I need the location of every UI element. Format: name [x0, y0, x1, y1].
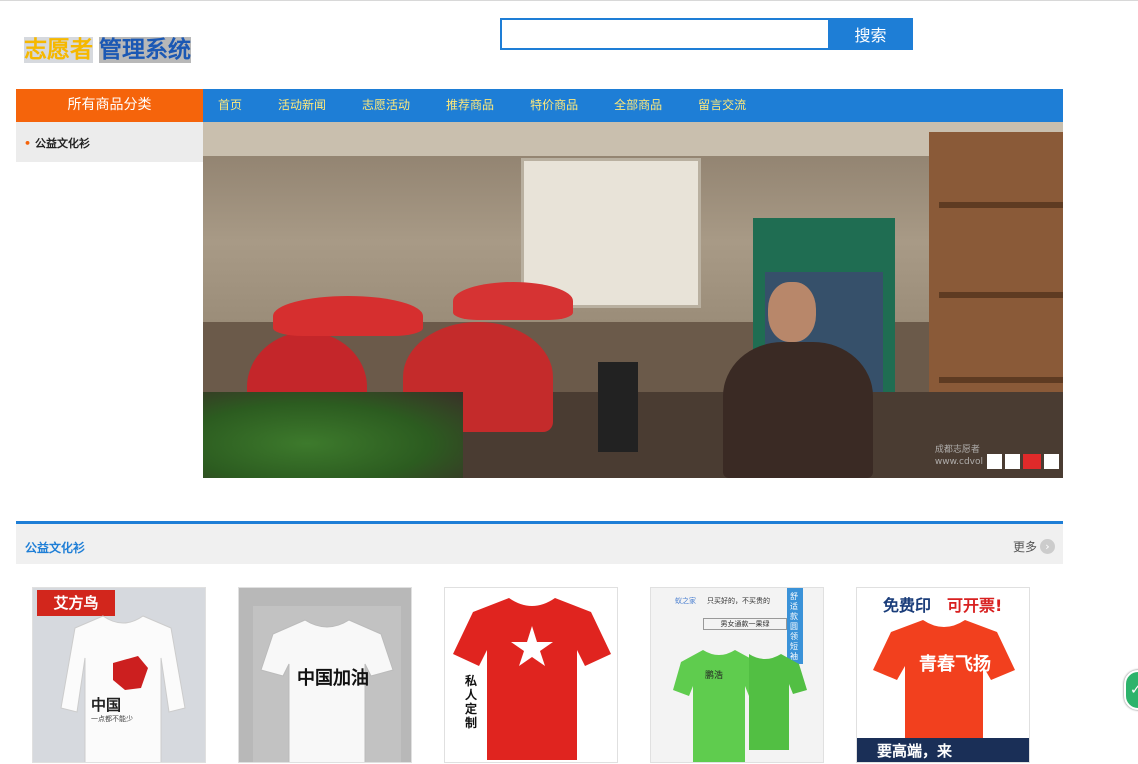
- floating-side-button[interactable]: ✓: [1124, 670, 1138, 710]
- chevron-right-icon: ›: [1040, 539, 1055, 554]
- product-bottom-text: 要高端，来: [877, 742, 953, 760]
- product-print-text: 中国加油: [297, 668, 369, 689]
- site-logo[interactable]: 志愿者 管理系统: [24, 30, 191, 63]
- slide-dot-2[interactable]: [1005, 454, 1020, 469]
- category-list: • 公益文化衫: [16, 122, 203, 162]
- main-navbar: 所有商品分类 首页 活动新闻 志愿活动 推荐商品 特价商品 全部商品 留言交流: [16, 89, 1063, 122]
- search-button[interactable]: 搜索: [828, 18, 913, 50]
- nav-item-messages[interactable]: 留言交流: [698, 89, 746, 122]
- hero-banner-slideshow[interactable]: 成都志愿者 www.cdvol: [203, 122, 1063, 478]
- product-print-text: 鹏浩: [705, 671, 724, 681]
- mouse-cursor-icon: [150, 192, 170, 212]
- slide-indicators: [987, 454, 1059, 469]
- nav-item-news[interactable]: 活动新闻: [278, 89, 326, 122]
- slide-dot-3[interactable]: [1023, 454, 1041, 469]
- product-card[interactable]: 免费印 可开票! 青春飞扬 要高端，来: [856, 587, 1030, 763]
- search-input[interactable]: [500, 18, 830, 50]
- category-item-label: 公益文化衫: [35, 137, 91, 150]
- product-promo-text-2: 可开票!: [947, 596, 1003, 615]
- nav-item-recommended[interactable]: 推荐商品: [446, 89, 494, 122]
- top-divider: [0, 0, 1138, 1]
- category-item-culture-shirt[interactable]: • 公益文化衫: [24, 135, 90, 151]
- product-promo-text: 免费印: [883, 596, 932, 615]
- nav-menu: 首页 活动新闻 志愿活动 推荐商品 特价商品 全部商品 留言交流: [203, 89, 746, 122]
- slide-dot-1[interactable]: [987, 454, 1002, 469]
- tshirt-image: [673, 650, 807, 762]
- category-menu-header[interactable]: 所有商品分类: [16, 89, 203, 122]
- product-print-subtext: 一点都不能少: [91, 715, 133, 723]
- product-card[interactable]: 蚁之家 只买好的，不买贵的 男女通款一果绿 舒适款圆领短袖 鹏浩: [650, 587, 824, 763]
- bullet-icon: •: [24, 137, 32, 150]
- product-side-text: 私人定制: [465, 674, 478, 730]
- nav-item-volunteer-activities[interactable]: 志愿活动: [362, 89, 410, 122]
- nav-item-specials[interactable]: 特价商品: [530, 89, 578, 122]
- product-banner-text: 男女通款一果绿: [703, 618, 787, 630]
- product-card[interactable]: 私人定制: [444, 587, 618, 763]
- product-card[interactable]: 艾方鸟 中国 一点都不能少: [32, 587, 206, 763]
- product-print-text: 青春飞扬: [919, 654, 991, 675]
- chat-icon: ✓: [1130, 682, 1138, 698]
- product-card[interactable]: 中国加油: [238, 587, 412, 763]
- tshirt-image: [60, 615, 186, 762]
- product-print-text: 中国: [91, 696, 122, 714]
- banner-watermark: 成都志愿者 www.cdvol: [934, 445, 983, 467]
- tshirt-image: [873, 620, 1015, 740]
- logo-text-part2: 管理系统: [99, 37, 191, 63]
- slide-dot-4[interactable]: [1044, 454, 1059, 469]
- product-slogan-text: 只买好的，不买贵的: [707, 597, 770, 605]
- section-title: 公益文化衫: [25, 541, 86, 555]
- logo-text-part1: 志愿者: [24, 37, 93, 63]
- nav-item-all-products[interactable]: 全部商品: [614, 89, 662, 122]
- more-link[interactable]: 更多 ›: [1013, 538, 1055, 555]
- nav-item-home[interactable]: 首页: [218, 89, 242, 122]
- section-header: 公益文化衫 更多 ›: [16, 521, 1063, 564]
- product-brand-text: 蚁之家: [675, 597, 696, 605]
